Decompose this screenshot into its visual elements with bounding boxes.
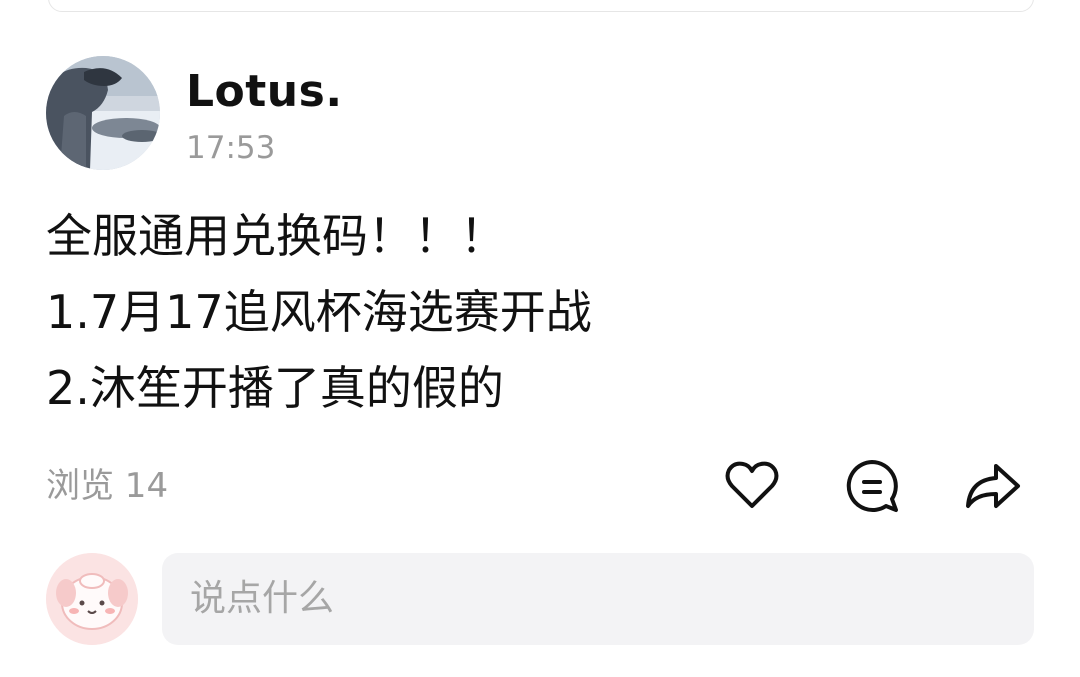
comment-button[interactable] bbox=[842, 456, 902, 516]
share-button[interactable] bbox=[962, 456, 1022, 516]
post-content: 全服通用兑换码！！！ 1.7月17追风杯海选赛开战 2.沐笙开播了真的假的 bbox=[46, 198, 1036, 426]
heart-icon bbox=[725, 461, 779, 508]
previous-card-edge bbox=[48, 0, 1034, 12]
post-line-1: 全服通用兑换码！！！ bbox=[46, 209, 506, 263]
share-arrow-icon bbox=[966, 464, 1020, 508]
comment-bubble-icon bbox=[846, 460, 898, 512]
current-user-avatar[interactable] bbox=[46, 553, 138, 645]
post-time: 17:53 bbox=[186, 130, 276, 166]
like-button[interactable] bbox=[722, 456, 782, 516]
view-count: 浏览 14 bbox=[46, 466, 169, 506]
comment-placeholder: 说点什么 bbox=[190, 578, 335, 619]
author-name[interactable]: Lotus. bbox=[186, 66, 343, 118]
post-line-2: 1.7月17追风杯海选赛开战 bbox=[46, 285, 592, 339]
author-avatar[interactable] bbox=[46, 56, 160, 170]
comment-input[interactable]: 说点什么 bbox=[162, 553, 1034, 645]
post-line-3: 2.沐笙开播了真的假的 bbox=[46, 361, 504, 415]
